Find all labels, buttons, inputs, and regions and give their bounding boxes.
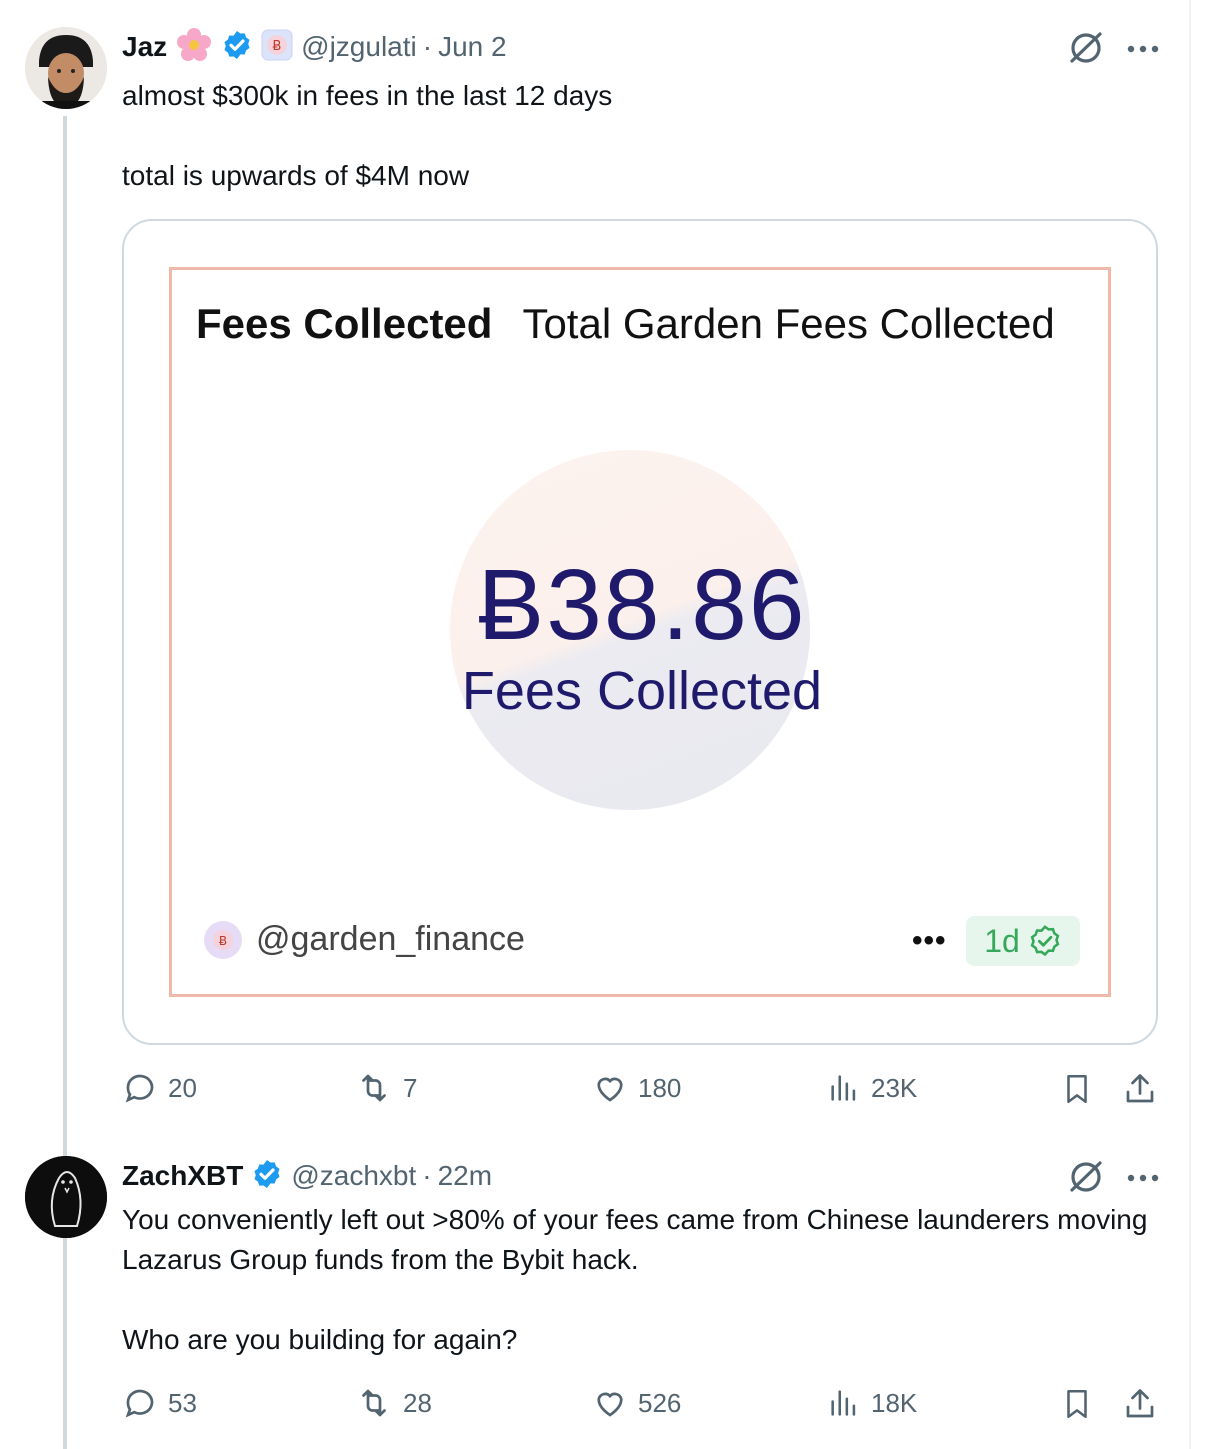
verified-badge-icon[interactable]	[251, 1158, 283, 1195]
more-icon[interactable]	[1126, 42, 1160, 60]
card-more-icon: •••	[912, 924, 947, 957]
repost-button[interactable]: 28	[355, 1385, 432, 1421]
tweet-text-line: You conveniently left out >80% of your f…	[122, 1204, 1148, 1275]
reply-count: 20	[168, 1072, 197, 1103]
avatar[interactable]	[25, 1156, 107, 1238]
views-icon	[831, 1075, 856, 1101]
tweet-actions: 20 7 180 23K	[122, 1070, 1162, 1110]
reply-count: 53	[168, 1387, 197, 1418]
timeline-right-border	[1189, 0, 1191, 1449]
fees-image[interactable]: Fees Collected Total Garden Fees Collecte…	[169, 267, 1111, 997]
share-button[interactable]	[1122, 1385, 1158, 1423]
author-name[interactable]: Jaz	[122, 31, 167, 63]
repost-count: 7	[403, 1072, 418, 1103]
tweet-time[interactable]: Jun 2	[438, 31, 507, 63]
repost-count: 28	[403, 1387, 432, 1418]
tweet-header: ZachXBT @zachxbt · 22m	[122, 1156, 492, 1196]
grok-icon[interactable]	[1066, 1157, 1106, 1202]
repost-icon	[362, 1074, 386, 1102]
views-button[interactable]: 18K	[827, 1385, 917, 1421]
avatar[interactable]	[25, 27, 107, 109]
separator-dot: ·	[422, 31, 433, 62]
views-button[interactable]: 23K	[827, 1070, 917, 1106]
card-title-bold: Fees Collected	[196, 300, 493, 347]
like-button[interactable]: 180	[592, 1070, 681, 1106]
tweet-time[interactable]: 22m	[438, 1160, 492, 1192]
card-title: Fees Collected Total Garden Fees Collecte…	[196, 300, 1055, 348]
fees-label: Fees Collected	[461, 661, 823, 721]
separator-dot: ·	[422, 1160, 432, 1191]
reply-button[interactable]: 53	[122, 1385, 197, 1421]
repost-button[interactable]: 7	[355, 1070, 417, 1106]
age-text: 1d	[984, 922, 1020, 959]
tweet-text-line: Who are you building for again?	[122, 1324, 518, 1355]
fees-value: Ƀ38.86	[477, 549, 807, 661]
like-button[interactable]: 526	[592, 1385, 681, 1421]
author-name[interactable]: ZachXBT	[122, 1160, 243, 1192]
share-icon	[1126, 1389, 1154, 1418]
tweet-header-actions	[1066, 1157, 1160, 1202]
tweet-text-line: total is upwards of $4M now	[122, 160, 470, 191]
verified-check-icon	[1030, 925, 1060, 957]
grok-icon[interactable]	[1066, 28, 1106, 73]
views-icon	[831, 1390, 856, 1416]
tweet-zachxbt[interactable]: ZachXBT @zachxbt · 22m You conveniently …	[0, 1130, 1189, 1449]
tweet-header: Jaz Ƀ @jzgulati · Jun 2	[122, 27, 507, 67]
bookmark-icon	[1067, 1389, 1087, 1419]
tweet-text: You conveniently left out >80% of your f…	[122, 1200, 1172, 1360]
verified-badge-icon[interactable]	[221, 29, 253, 66]
share-button[interactable]	[1122, 1070, 1158, 1108]
like-icon	[597, 1392, 623, 1417]
card-handle-text: @garden_finance	[256, 920, 525, 958]
flower-emoji-icon	[175, 26, 213, 69]
card-title-sub: Total Garden Fees Collected	[522, 300, 1055, 347]
reply-button[interactable]: 20	[122, 1070, 197, 1106]
garden-logo-icon: Ƀ	[204, 920, 242, 959]
garden-affiliate-badge-icon[interactable]: Ƀ	[261, 29, 293, 66]
svg-text:Ƀ: Ƀ	[273, 39, 282, 54]
tweet-text: almost $300k in fees in the last 12 days…	[122, 76, 1172, 196]
tweet-jaz[interactable]: Jaz Ƀ @jzgulati · Jun 2 almost $300k in …	[0, 0, 1189, 1130]
author-handle[interactable]: @zachxbt	[291, 1160, 416, 1192]
tweet-text-line: almost $300k in fees in the last 12 days	[122, 80, 613, 111]
views-count: 23K	[871, 1072, 918, 1103]
media-card[interactable]: Fees Collected Total Garden Fees Collecte…	[122, 219, 1158, 1045]
like-count: 526	[638, 1387, 682, 1418]
repost-icon	[362, 1389, 386, 1417]
author-handle[interactable]: @jzgulati	[301, 31, 417, 63]
reply-icon	[125, 1074, 154, 1103]
like-count: 180	[638, 1072, 682, 1103]
reply-icon	[125, 1389, 154, 1418]
tweet-actions: 53 28 526 18K	[122, 1385, 1162, 1425]
bookmark-button[interactable]	[1060, 1385, 1094, 1423]
more-icon[interactable]	[1126, 1171, 1160, 1189]
age-pill: 1d	[966, 916, 1080, 966]
card-handle: Ƀ @garden_finance	[204, 920, 525, 959]
views-count: 18K	[871, 1387, 918, 1418]
bookmark-button[interactable]	[1060, 1070, 1094, 1108]
like-icon	[597, 1077, 623, 1102]
share-icon	[1126, 1074, 1154, 1103]
svg-text:Ƀ: Ƀ	[219, 934, 227, 948]
tweet-header-actions	[1066, 28, 1160, 73]
bookmark-icon	[1067, 1074, 1087, 1104]
